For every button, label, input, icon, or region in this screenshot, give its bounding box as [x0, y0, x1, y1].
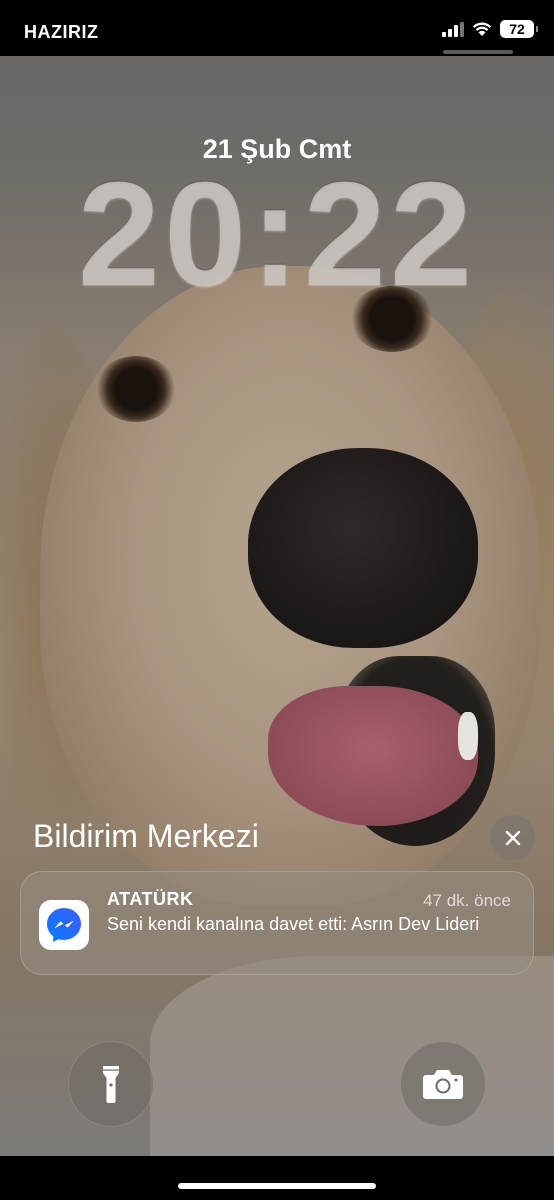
camera-icon	[423, 1070, 463, 1099]
wallpaper-dog-nose	[248, 448, 478, 648]
notification-body: Seni kendi kanalına davet etti: Asrın De…	[107, 914, 480, 934]
wifi-icon	[472, 21, 492, 37]
status-icons: 72	[442, 20, 538, 38]
close-button[interactable]	[490, 815, 535, 860]
status-bar: HAZIRIZ 72	[0, 0, 554, 56]
lock-time: 20:22	[77, 152, 477, 317]
flashlight-icon	[103, 1066, 119, 1103]
wallpaper-dog-tooth	[458, 712, 478, 760]
battery-icon: 72	[500, 20, 538, 38]
messenger-app-icon	[39, 900, 89, 950]
notification-card[interactable]: ATATÜRK 47 dk. önce Seni kendi kanalına …	[20, 871, 534, 975]
close-icon	[505, 830, 520, 845]
cellular-signal-icon	[442, 21, 464, 37]
bottom-bar	[0, 1156, 554, 1200]
messenger-icon	[47, 908, 81, 942]
battery-percentage: 72	[509, 21, 525, 37]
notification-sender: ATATÜRK	[107, 889, 194, 909]
lock-screen: HAZIRIZ 72 21 Şub Cmt 20:22 Bildirim Mer…	[0, 0, 554, 1200]
notification-time: 47 dk. önce	[423, 891, 511, 910]
wallpaper-floor	[150, 956, 554, 1176]
wallpaper-dog-eye-left	[96, 356, 176, 422]
notification-center-title: Bildirim Merkezi	[33, 818, 259, 854]
top-indicator	[443, 50, 513, 54]
flashlight-button[interactable]	[68, 1041, 154, 1127]
home-indicator[interactable]	[178, 1183, 376, 1189]
carrier-label: HAZIRIZ	[24, 22, 99, 42]
camera-button[interactable]	[400, 1041, 486, 1127]
